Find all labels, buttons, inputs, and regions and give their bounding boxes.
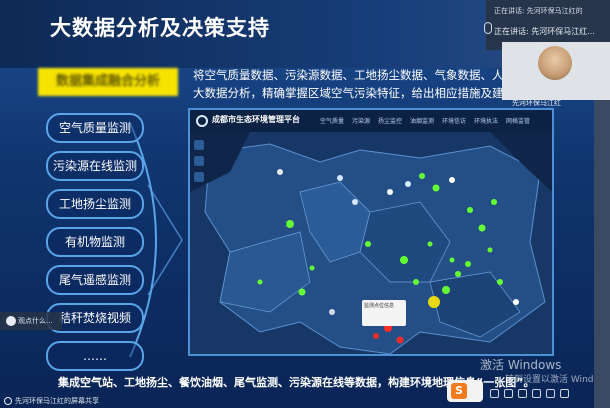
data-integration-tag: 数据集成融合分析	[38, 68, 178, 96]
screen-share-label: 先河环保马江红的屏幕共享	[15, 397, 99, 405]
left-participant-name: 观点什么...	[18, 317, 53, 325]
map-toolbar	[194, 140, 204, 188]
map-nav-item: 污染源	[352, 118, 371, 125]
map-platform-title: 成都市生态环境管理平台	[212, 115, 300, 124]
side-item-more: ……	[46, 341, 144, 371]
participant-avatar	[538, 46, 572, 80]
layers-icon	[194, 172, 204, 182]
description-line-1: 将空气质量数据、污染源数据、工地扬尘数据、气象数据、人类活	[193, 68, 513, 82]
side-item-organic: 有机物监测	[46, 227, 144, 257]
map-nav-item: 扬尘监控	[378, 118, 403, 125]
map-info-popup: 监测点位信息	[362, 300, 406, 326]
speaker-status-line: 正在讲话: 先河环保马江红...	[494, 27, 595, 36]
tray-icon[interactable]	[560, 389, 569, 398]
zoom-in-icon	[194, 140, 204, 150]
tray-icon[interactable]	[532, 389, 541, 398]
speaker-top-line: 正在讲话: 先河环保马江红的	[494, 7, 583, 15]
participant-name: 先河环保马江红	[512, 99, 561, 107]
screen-share-status: 先河环保马江红的屏幕共享	[0, 394, 200, 408]
map-header: 成都市生态环境管理平台 空气质量 污染源 扬尘监控 油烟监测 环境信访 环境执法…	[190, 110, 552, 133]
map-nav-item: 空气质量	[320, 118, 345, 125]
left-participant-tile[interactable]: 观点什么...	[0, 312, 62, 330]
zoom-out-icon	[194, 156, 204, 166]
side-item-construction-dust: 工地扬尘监测	[46, 189, 144, 219]
slide-title: 大数据分析及决策支持	[50, 16, 270, 40]
platform-logo-icon	[196, 115, 208, 127]
map-screenshot: 成都市生态环境管理平台 空气质量 污染源 扬尘监控 油烟监测 环境信访 环境执法…	[188, 108, 554, 356]
input-method-badge[interactable]: S	[447, 380, 483, 402]
map-nav-item: 油烟监测	[410, 118, 435, 125]
side-item-pollution-source: 污染源在线监测	[46, 151, 144, 181]
user-icon	[6, 316, 16, 326]
map-nav-item: 环境信访	[442, 118, 467, 125]
map-nav-item: 网格监管	[506, 118, 531, 125]
tray-icon[interactable]	[504, 389, 513, 398]
map-nav-item: 环境执法	[474, 118, 499, 125]
tray-icon[interactable]	[518, 389, 527, 398]
sogou-s-icon: S	[451, 383, 467, 399]
description-line-2: 大数据分析，精确掌握区域空气污染特征，给出相应措施及建议。	[193, 86, 513, 100]
system-tray	[486, 386, 610, 402]
share-status-icon	[4, 397, 12, 405]
side-item-exhaust: 尾气遥感监测	[46, 265, 144, 295]
windows-activation-watermark: 激活 Windows	[480, 358, 562, 372]
slide-description: 将空气质量数据、污染源数据、工地扬尘数据、气象数据、人类活 大数据分析，精确掌握…	[193, 66, 513, 102]
tray-icon[interactable]	[490, 389, 499, 398]
meeting-side-panel	[594, 100, 610, 408]
tray-icon[interactable]	[546, 389, 555, 398]
microphone-icon	[484, 22, 492, 34]
side-item-air-quality: 空气质量监测	[46, 113, 144, 143]
